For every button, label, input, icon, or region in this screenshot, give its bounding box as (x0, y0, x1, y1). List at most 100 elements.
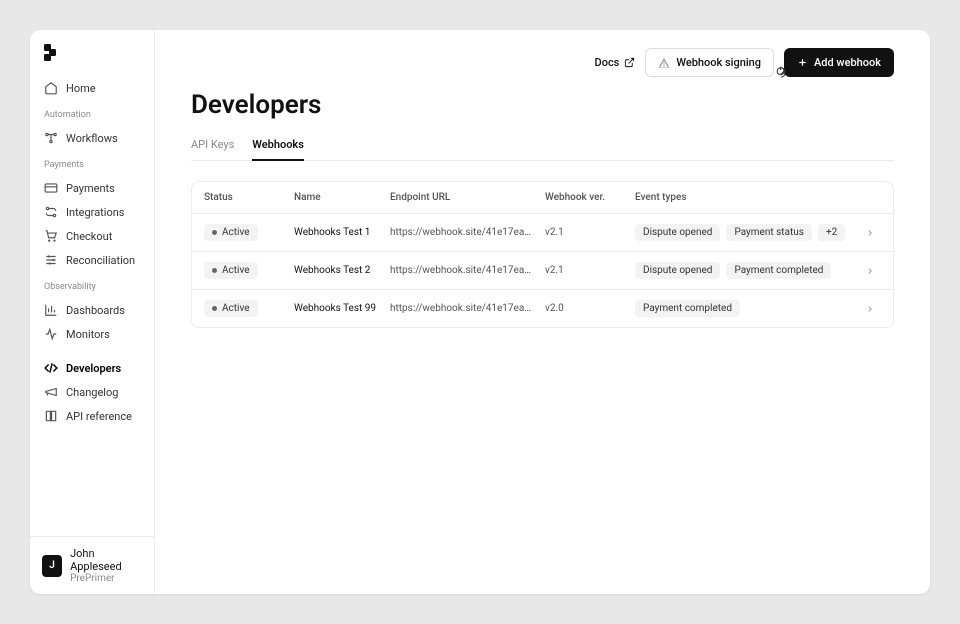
cell-name: Webhooks Test 2 (294, 265, 380, 276)
tab-webhooks[interactable]: Webhooks (252, 138, 304, 161)
webhooks-table: Status Name Endpoint URL Webhook ver. Ev… (191, 181, 894, 328)
pulse-icon (44, 327, 58, 341)
nav-section-title: Observability (30, 282, 154, 292)
table-row[interactable]: Active Webhooks Test 1 https://webhook.sit… (192, 214, 893, 252)
col-ver: Webhook ver. (545, 192, 625, 203)
signing-label: Webhook signing (676, 56, 761, 69)
docs-link[interactable]: Docs (595, 56, 636, 69)
table-row[interactable]: Active Webhooks Test 2 https://webhook.sit… (192, 252, 893, 290)
status-badge: Active (204, 300, 258, 317)
status-badge: Active (204, 224, 258, 241)
sidebar-item-checkout[interactable]: Checkout (30, 224, 154, 248)
sidebar-item-api-reference[interactable]: API reference (30, 404, 154, 428)
warning-icon (658, 57, 670, 69)
announce-icon (44, 385, 58, 399)
cell-name: Webhooks Test 1 (294, 227, 380, 238)
app-window: Home Automation Workflows Payments Payments… (30, 30, 930, 594)
nav-label: Changelog (66, 386, 118, 399)
table-header: Status Name Endpoint URL Webhook ver. Ev… (192, 182, 893, 214)
event-tag: Payment completed (635, 300, 740, 317)
logo (44, 44, 58, 62)
user-card[interactable]: J John Appleseed PrePrimer (30, 536, 154, 594)
cell-events: Dispute opened Payment completed (635, 262, 855, 279)
avatar: J (42, 555, 62, 577)
user-name: John Appleseed (70, 547, 142, 573)
status-dot-icon (212, 230, 217, 235)
sidebar-item-payments[interactable]: Payments (30, 176, 154, 200)
cell-ver: v2.0 (545, 303, 625, 314)
nav-section-title: Automation (30, 110, 154, 120)
event-tag: Payment status (726, 224, 812, 241)
cell-events: Payment completed (635, 300, 855, 317)
page-title: Developers (191, 90, 894, 120)
cell-url: https://webhook.site/41e17ea4-a... (390, 265, 535, 276)
add-webhook-button[interactable]: Add webhook (784, 48, 894, 77)
col-events: Event types (635, 192, 855, 203)
sidebar-item-dashboards[interactable]: Dashboards (30, 298, 154, 322)
external-link-icon (624, 57, 635, 68)
webhook-signing-button[interactable]: Webhook signing (645, 48, 774, 77)
nav-home[interactable]: Home (30, 76, 154, 100)
event-tag: Payment completed (726, 262, 831, 279)
workflows-icon (44, 131, 58, 145)
nav-label: Developers (66, 362, 121, 375)
nav-section-title: Payments (30, 160, 154, 170)
sidebar-item-monitors[interactable]: Monitors (30, 322, 154, 346)
nav-label: API reference (66, 410, 132, 423)
integrations-icon (44, 205, 58, 219)
home-icon (44, 81, 58, 95)
tab-api-keys[interactable]: API Keys (191, 138, 234, 161)
chart-icon (44, 303, 58, 317)
col-name: Name (294, 192, 380, 203)
book-icon (44, 409, 58, 423)
topbar: Docs Webhook signing Add webhook (595, 48, 894, 77)
nav-label: Home (66, 82, 96, 95)
cell-events: Dispute opened Payment status +2 (635, 224, 855, 241)
docs-label: Docs (595, 56, 620, 69)
status-badge: Active (204, 262, 258, 279)
main: Docs Webhook signing Add webhook Develop… (155, 30, 930, 594)
sidebar-item-workflows[interactable]: Workflows (30, 126, 154, 150)
cell-ver: v2.1 (545, 227, 625, 238)
add-label: Add webhook (814, 56, 881, 69)
cell-status: Active (204, 224, 284, 241)
nav-label: Integrations (66, 206, 124, 219)
event-tag: +2 (818, 224, 845, 241)
sidebar: Home Automation Workflows Payments Payments… (30, 30, 155, 594)
cell-status: Active (204, 300, 284, 317)
card-icon (44, 181, 58, 195)
tabs: API Keys Webhooks (191, 138, 894, 161)
code-icon (44, 361, 58, 375)
cell-url: https://webhook.site/41e17ea4-a... (390, 227, 535, 238)
nav-label: Monitors (66, 328, 110, 341)
nav-label: Reconciliation (66, 254, 135, 267)
nav-label: Dashboards (66, 304, 125, 317)
user-meta: John Appleseed PrePrimer (70, 547, 142, 584)
table-row[interactable]: Active Webhooks Test 99 https://webhook.si… (192, 290, 893, 327)
cell-status: Active (204, 262, 284, 279)
sidebar-item-developers[interactable]: Developers (30, 356, 154, 380)
event-tag: Dispute opened (635, 262, 720, 279)
cart-icon (44, 229, 58, 243)
row-chevron (865, 304, 881, 314)
sidebar-item-integrations[interactable]: Integrations (30, 200, 154, 224)
sliders-icon (44, 253, 58, 267)
col-url: Endpoint URL (390, 192, 535, 203)
row-chevron (865, 228, 881, 238)
row-chevron (865, 266, 881, 276)
event-tag: Dispute opened (635, 224, 720, 241)
plus-icon (797, 57, 808, 68)
nav-label: Workflows (66, 132, 118, 145)
nav: Home Automation Workflows Payments Payments… (30, 76, 154, 536)
cell-url: https://webhook.site/41e17ea4-a... (390, 303, 535, 314)
col-status: Status (204, 192, 284, 203)
sidebar-item-changelog[interactable]: Changelog (30, 380, 154, 404)
sidebar-item-reconciliation[interactable]: Reconciliation (30, 248, 154, 272)
cell-ver: v2.1 (545, 265, 625, 276)
cell-name: Webhooks Test 99 (294, 303, 380, 314)
nav-label: Checkout (66, 230, 112, 243)
status-dot-icon (212, 268, 217, 273)
nav-label: Payments (66, 182, 115, 195)
user-org: PrePrimer (70, 573, 142, 584)
status-dot-icon (212, 306, 217, 311)
